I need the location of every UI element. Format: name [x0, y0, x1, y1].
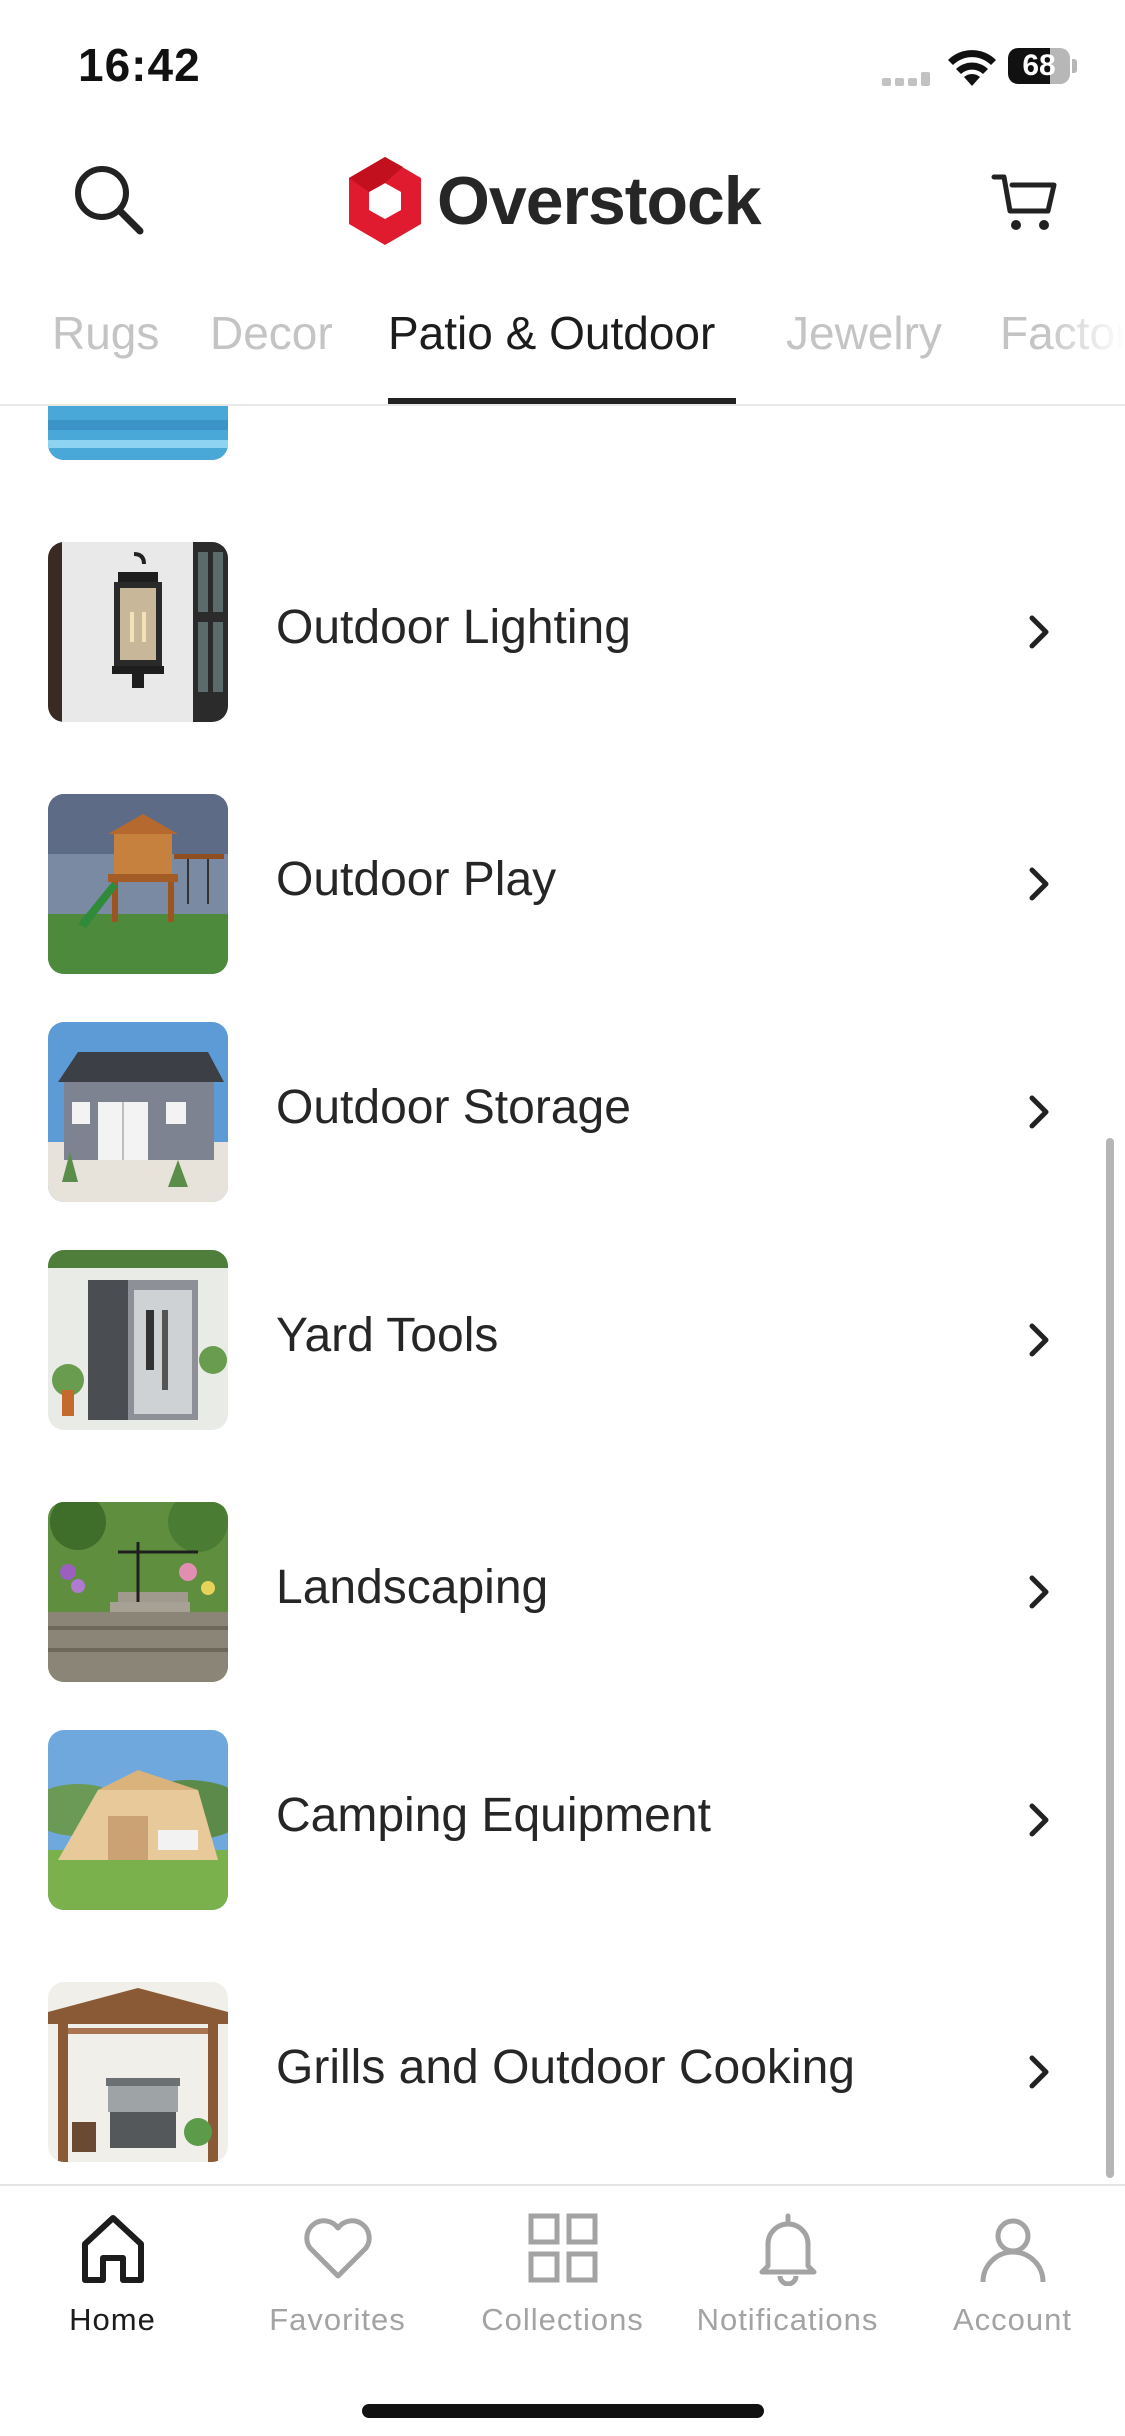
category-label: Outdoor Storage	[276, 1081, 631, 1134]
tab-jewelry[interactable]: Jewelry	[786, 306, 942, 360]
nav-label: Collections	[481, 2302, 644, 2337]
nav-label: Home	[69, 2302, 156, 2337]
category-thumbnail	[48, 1730, 228, 1910]
category-row-grills-outdoor-cooking[interactable]: Grills and Outdoor Cooking	[0, 1982, 1125, 2162]
nav-favorites[interactable]: Favorites	[225, 2210, 450, 2360]
category-row-pool[interactable]	[0, 406, 1125, 460]
status-time: 16:42	[78, 39, 201, 91]
nav-account[interactable]: Account	[900, 2210, 1125, 2360]
nav-label: Favorites	[269, 2302, 406, 2337]
tabs-fade	[1045, 268, 1125, 402]
brand-logo[interactable]: Overstock	[345, 153, 762, 249]
category-thumbnail	[48, 542, 228, 722]
chevron-right-icon	[1029, 867, 1049, 901]
category-tabs: Rugs Decor Patio & Outdoor Jewelry Facto…	[0, 268, 1125, 406]
tab-rugs[interactable]: Rugs	[52, 306, 159, 360]
category-thumbnail	[48, 1250, 228, 1430]
category-thumbnail	[48, 406, 228, 460]
nav-home[interactable]: Home	[0, 2210, 225, 2360]
grid-icon	[528, 2213, 597, 2283]
category-label: Camping Equipment	[276, 1789, 711, 1842]
nav-collections[interactable]: Collections	[450, 2210, 675, 2360]
chevron-right-icon	[1029, 615, 1049, 649]
category-row-landscaping[interactable]: Landscaping	[0, 1502, 1125, 1682]
cellular-signal-icon	[882, 72, 930, 86]
category-row-camping-equipment[interactable]: Camping Equipment	[0, 1730, 1125, 1910]
active-tab-indicator	[388, 398, 736, 404]
category-thumbnail	[48, 1022, 228, 1202]
person-icon	[980, 2218, 1045, 2283]
category-label: Grills and Outdoor Cooking	[276, 2041, 855, 2094]
nav-label: Notifications	[696, 2302, 879, 2337]
search-icon[interactable]	[70, 161, 148, 239]
category-list[interactable]: Outdoor Lighting Outdoor Play Outdoor St…	[0, 406, 1125, 2184]
category-label: Outdoor Lighting	[276, 601, 631, 654]
category-row-outdoor-lighting[interactable]: Outdoor Lighting	[0, 542, 1125, 722]
heart-icon	[303, 2218, 372, 2279]
category-row-outdoor-play[interactable]: Outdoor Play	[0, 794, 1125, 974]
category-thumbnail	[48, 1502, 228, 1682]
battery-icon: 68	[1008, 48, 1077, 84]
chevron-right-icon	[1029, 2055, 1049, 2089]
nav-label: Account	[952, 2302, 1072, 2337]
nav-notifications[interactable]: Notifications	[675, 2210, 900, 2360]
chevron-right-icon	[1029, 1575, 1049, 1609]
category-thumbnail	[48, 1982, 228, 2162]
chevron-right-icon	[1029, 1095, 1049, 1129]
bell-icon	[759, 2213, 816, 2286]
battery-level: 68	[1022, 49, 1056, 82]
home-indicator[interactable]	[362, 2404, 764, 2418]
tab-decor[interactable]: Decor	[210, 306, 333, 360]
status-bar: 16:42 68	[0, 0, 1125, 135]
brand-name: Overstock	[437, 163, 762, 239]
bottom-tab-bar: Home Favorites Collections Notifications…	[0, 2184, 1125, 2436]
wifi-icon	[948, 50, 996, 86]
cart-icon[interactable]	[990, 167, 1060, 237]
category-thumbnail	[48, 794, 228, 974]
home-icon	[81, 2215, 144, 2283]
tab-patio-outdoor[interactable]: Patio & Outdoor	[388, 306, 715, 360]
category-label: Outdoor Play	[276, 853, 557, 906]
category-label: Yard Tools	[276, 1309, 499, 1362]
app-header: Overstock	[0, 135, 1125, 265]
list-scrollbar[interactable]	[1106, 1138, 1114, 2178]
overstock-logo-icon	[349, 157, 421, 245]
screen: 16:42 68 Overstock Rugs Decor Patio & Ou…	[0, 0, 1125, 2436]
category-row-outdoor-storage[interactable]: Outdoor Storage	[0, 1022, 1125, 1202]
chevron-right-icon	[1029, 1803, 1049, 1837]
category-label: Landscaping	[276, 1561, 549, 1614]
category-row-yard-tools[interactable]: Yard Tools	[0, 1250, 1125, 1430]
chevron-right-icon	[1029, 1323, 1049, 1357]
